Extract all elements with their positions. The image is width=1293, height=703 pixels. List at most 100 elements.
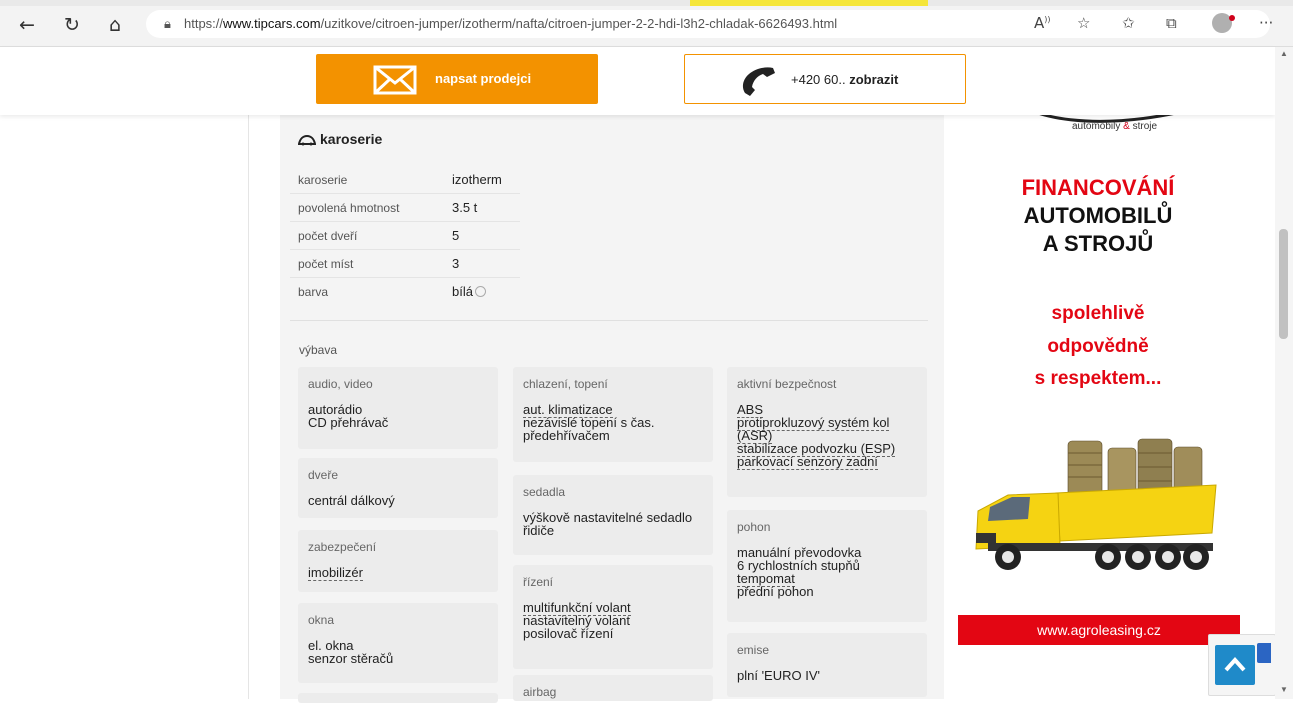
more-menu-icon[interactable]: ···: [1259, 14, 1273, 32]
spec-row-color: barva bílá: [290, 279, 520, 305]
spec-key: barva: [298, 285, 329, 299]
favorites-icon[interactable]: ✩: [1122, 14, 1135, 32]
card-items: autorádio CD přehrávač: [308, 403, 494, 429]
tab-strip: [0, 0, 1293, 6]
truck-with-coins-image: [975, 438, 1217, 570]
url-text[interactable]: https://www.tipcars.com/uzitkove/citroen…: [184, 16, 837, 31]
contact-bar: napsat prodejci +420 60.. zobrazit: [0, 47, 1275, 115]
spec-row-doors: počet dveří 5: [290, 223, 520, 250]
spec-row-weight: povolená hmotnost 3.5 t: [290, 195, 520, 222]
card-heading: pohon: [737, 520, 771, 534]
home-icon[interactable]: ⌂: [104, 14, 126, 36]
page-scrollbar[interactable]: ▲ ▼: [1275, 47, 1293, 699]
equipment-item: centrál dálkový: [308, 493, 395, 508]
equipment-card-security: zabezpečení imobilizér: [298, 530, 498, 592]
section-divider: [290, 320, 928, 321]
spec-key: povolená hmotnost: [298, 201, 400, 215]
body-section-label: karoserie: [320, 131, 383, 147]
equipment-card-airbag: airbag: [513, 675, 713, 701]
ad-tagline-1: spolehlivě: [1051, 303, 1145, 324]
color-swatch-icon: [474, 286, 486, 297]
equipment-card-seats: sedadla výškově nastavitelné sedadlo řid…: [513, 475, 713, 555]
phone-icon: [742, 67, 775, 96]
write-seller-button[interactable]: napsat prodejci: [316, 54, 598, 104]
equipment-item: nezávislé topení s čas. předehřívačem: [523, 415, 655, 443]
refresh-icon[interactable]: ↻: [61, 14, 83, 36]
scroll-down-arrow-icon[interactable]: ▼: [1280, 685, 1288, 694]
card-items: aut. klimatizace nezávislé topení s čas.…: [523, 402, 709, 443]
equipment-item[interactable]: imobilizér: [308, 565, 494, 581]
show-phone-button[interactable]: +420 60.. zobrazit: [684, 54, 966, 104]
equipment-item-link[interactable]: imobilizér: [308, 565, 363, 581]
notification-dot: [1229, 15, 1235, 21]
spec-row-body: karoserie izotherm: [290, 167, 520, 194]
scroll-to-top-widget[interactable]: [1208, 634, 1276, 696]
write-seller-label: napsat prodejci: [435, 71, 532, 86]
slogan-part: automobily: [1072, 121, 1121, 132]
ad-headline-2: AUTOMOBILŮ: [1023, 203, 1173, 228]
scroll-up-arrow-icon[interactable]: ▲: [1280, 49, 1288, 58]
equipment-item: přední pohon: [737, 584, 814, 599]
card-items: plní 'EURO IV': [737, 669, 923, 682]
car-body-icon: [297, 134, 317, 146]
card-heading: airbag: [523, 685, 557, 699]
equipment-card-windows: okna el. okna senzor stěračů: [298, 603, 498, 683]
slogan-part: stroje: [1132, 121, 1158, 132]
equipment-card-climate: chlazení, topení aut. klimatizace nezávi…: [513, 367, 713, 462]
lock-icon: 🔒︎: [164, 16, 171, 31]
card-heading: řízení: [523, 575, 554, 589]
card-items: výškově nastavitelné sedadlo řidiče: [523, 511, 709, 537]
envelope-icon: [373, 65, 417, 95]
spec-key: karoserie: [298, 173, 348, 187]
url-prefix: https://: [184, 16, 224, 31]
equipment-item[interactable]: parkovací senzory zadní: [737, 454, 923, 470]
card-items: centrál dálkový: [308, 494, 494, 507]
card-items: el. okna senzor stěračů: [308, 639, 494, 665]
body-section-title: karoserie: [297, 131, 383, 147]
card-heading: aktivní bezpečnost: [737, 377, 837, 391]
phone-prefix: +420 60..: [791, 72, 846, 87]
card-items: imobilizér: [308, 565, 494, 581]
spec-row-seats: počet míst 3: [290, 251, 520, 278]
color-value: bílá: [452, 284, 473, 299]
scrollbar-thumb[interactable]: [1279, 229, 1288, 339]
card-items: manuální převodovka 6 rychlostních stupň…: [737, 546, 923, 598]
equipment-item-link[interactable]: parkovací senzory zadní: [737, 454, 878, 470]
profile-avatar[interactable]: [1212, 13, 1235, 33]
equipment-title: výbava: [299, 343, 338, 357]
card-heading: okna: [308, 613, 335, 627]
url-host: www.tipcars.com: [223, 16, 321, 31]
spec-key: počet míst: [298, 257, 354, 271]
chevron-up-icon: [1224, 657, 1246, 672]
equipment-item-link[interactable]: protiprokluzový systém kol (ASR): [737, 415, 890, 444]
equipment-item[interactable]: protiprokluzový systém kol (ASR): [737, 415, 923, 444]
equipment-card-emissions: emise plní 'EURO IV': [727, 633, 927, 697]
card-heading: emise: [737, 643, 770, 657]
ad-tagline-3: s respektem...: [1034, 368, 1162, 389]
card-heading: sedadla: [523, 485, 566, 499]
vehicle-details-panel: karoserie karoserie izotherm povolená hm…: [280, 115, 944, 703]
card-items: ABS protiprokluzový systém kol (ASR) sta…: [737, 402, 923, 470]
spec-value: izotherm: [452, 172, 502, 187]
ad-url-link[interactable]: www.agroleasing.cz: [958, 615, 1240, 645]
address-bar[interactable]: 🔒︎ https://www.tipcars.com/uzitkove/citr…: [146, 10, 1270, 38]
back-icon[interactable]: ←: [16, 14, 38, 36]
advertisement-banner[interactable]: automobily & stroje FINANCOVÁNÍ AUTOMOBI…: [944, 95, 1275, 699]
ad-headline-3: A STROJŮ: [1042, 231, 1154, 256]
slogan-amp: &: [1123, 121, 1130, 132]
card-heading: zabezpečení: [308, 540, 377, 554]
equipment-item: výškově nastavitelné sedadlo řidiče: [523, 510, 693, 538]
equipment-card-drive: pohon manuální převodovka 6 rychlostních…: [727, 510, 927, 622]
equipment-card-steering: řízení multifunkční volant nastavitelný …: [513, 565, 713, 669]
spec-value: bílá: [452, 284, 486, 299]
equipment-card-doors: dveře centrál dálkový: [298, 458, 498, 518]
ad-tagline-2: odpovědně: [1047, 336, 1149, 357]
read-aloud-icon[interactable]: A)): [1034, 14, 1051, 32]
card-heading: dveře: [308, 468, 339, 482]
collections-icon[interactable]: ⧉: [1166, 14, 1177, 32]
equipment-item: senzor stěračů: [308, 651, 394, 666]
scroll-to-top-button[interactable]: [1215, 645, 1255, 685]
phone-reveal-link[interactable]: zobrazit: [849, 72, 898, 87]
ad-slogan: automobily & stroje: [1072, 121, 1157, 132]
favorite-add-icon[interactable]: ☆: [1077, 14, 1090, 32]
